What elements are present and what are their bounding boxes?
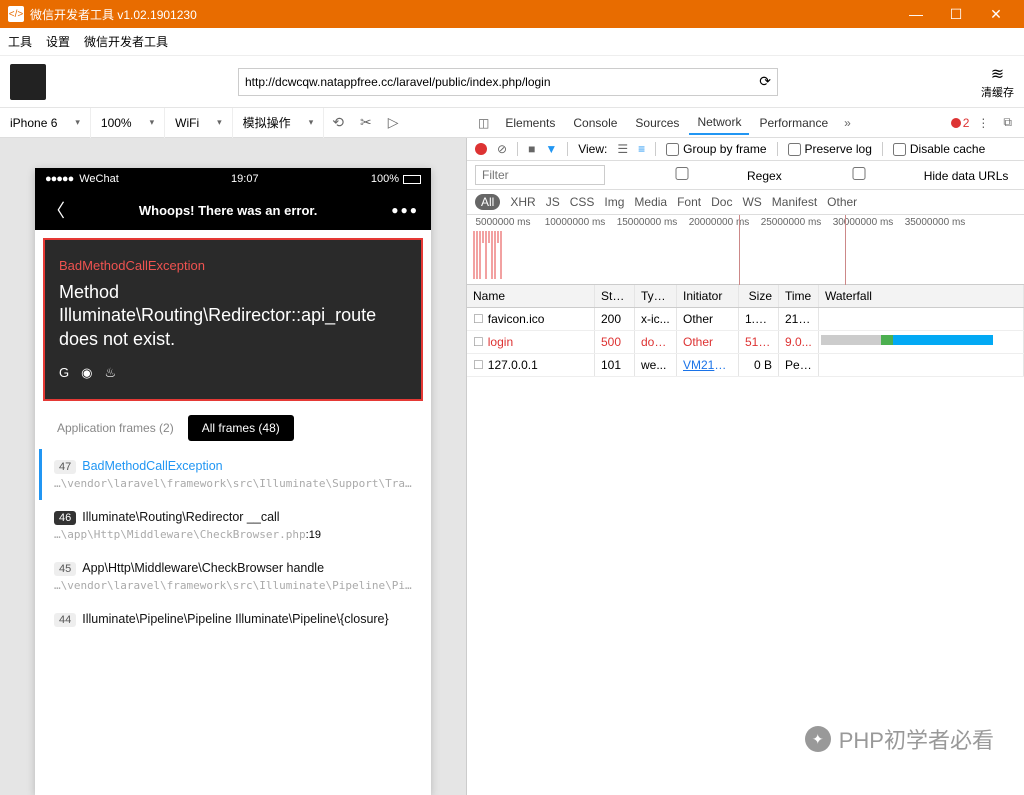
phone-navbar: 〈 Whoops! There was an error. ●●● bbox=[35, 190, 431, 230]
menu-tools[interactable]: 工具 bbox=[8, 33, 32, 50]
dock-icon[interactable]: ⧉ bbox=[997, 111, 1018, 134]
battery-icon bbox=[403, 175, 421, 184]
filter-icon[interactable]: ▼ bbox=[545, 142, 557, 156]
camera-icon[interactable]: ■ bbox=[528, 142, 535, 156]
type-ws[interactable]: WS bbox=[742, 195, 761, 209]
devtools-tabs: ◫ Elements Console Sources Network Perfo… bbox=[466, 111, 1024, 135]
type-other[interactable]: Other bbox=[827, 195, 857, 209]
type-filter-bar: All XHR JS CSS Img Media Font Doc WS Man… bbox=[467, 190, 1024, 215]
devtools-panel: ⊘ ■ ▼ View: ☰ ≡ Group by frame Preserve … bbox=[466, 138, 1024, 795]
large-view-icon[interactable]: ≡ bbox=[638, 142, 645, 156]
hide-urls-checkbox[interactable]: Hide data URLs bbox=[794, 167, 1009, 183]
exception-name: BadMethodCallException bbox=[59, 258, 407, 273]
google-icon[interactable]: G bbox=[59, 365, 69, 381]
filter-bar: Regex Hide data URLs bbox=[467, 161, 1024, 190]
table-header: Name Stat... Type▴ Initiator Size Time W… bbox=[467, 285, 1024, 308]
globe-icon[interactable]: ◉ bbox=[81, 365, 92, 381]
zoom-select[interactable]: 100%▾ bbox=[91, 108, 165, 138]
type-xhr[interactable]: XHR bbox=[510, 195, 535, 209]
layers-icon: ≋ bbox=[981, 64, 1014, 84]
avatar[interactable] bbox=[10, 64, 46, 100]
window-title: 微信开发者工具 v1.02.1901230 bbox=[30, 6, 197, 23]
watermark: ✦ PHP初学者必看 bbox=[805, 723, 994, 755]
tab-performance[interactable]: Performance bbox=[751, 112, 836, 134]
titlebar: </> 微信开发者工具 v1.02.1901230 — ☐ ✕ bbox=[0, 0, 1024, 28]
subbar: iPhone 6▾ 100%▾ WiFi▾ 模拟操作▾ ⟲ ✂ ▷ ◫ Elem… bbox=[0, 108, 1024, 138]
network-table: Name Stat... Type▴ Initiator Size Time W… bbox=[467, 285, 1024, 795]
cut-icon[interactable]: ✂ bbox=[352, 114, 380, 131]
close-button[interactable]: ✕ bbox=[976, 6, 1016, 23]
menu-devtools[interactable]: 微信开发者工具 bbox=[84, 33, 168, 50]
error-block: BadMethodCallException Method Illuminate… bbox=[43, 238, 423, 401]
mock-select[interactable]: 模拟操作▾ bbox=[233, 108, 325, 138]
tab-console[interactable]: Console bbox=[565, 112, 625, 134]
frame-item[interactable]: 45App\Http\Middleware\CheckBrowser handl… bbox=[39, 551, 427, 602]
type-img[interactable]: Img bbox=[604, 195, 624, 209]
collapse-icon[interactable]: ▷ bbox=[380, 114, 407, 131]
list-view-icon[interactable]: ☰ bbox=[617, 142, 628, 156]
disable-cache-checkbox[interactable]: Disable cache bbox=[893, 142, 985, 156]
frame-tabs: Application frames (2) All frames (48) bbox=[43, 415, 423, 441]
rotate-icon[interactable]: ⟲ bbox=[324, 114, 352, 131]
stack-icon[interactable]: ♨ bbox=[104, 365, 116, 381]
frame-item[interactable]: 44Illuminate\Pipeline\Pipeline Illuminat… bbox=[39, 602, 427, 636]
type-js[interactable]: JS bbox=[546, 195, 560, 209]
record-button[interactable] bbox=[475, 143, 487, 155]
url-bar: ⟳ bbox=[238, 68, 778, 96]
inspect-icon[interactable]: ◫ bbox=[472, 112, 495, 134]
type-css[interactable]: CSS bbox=[570, 195, 595, 209]
view-label: View: bbox=[578, 142, 607, 156]
wechat-icon: ✦ bbox=[805, 726, 831, 752]
tab-sources[interactable]: Sources bbox=[627, 112, 687, 134]
tab-network[interactable]: Network bbox=[689, 111, 749, 135]
filter-input[interactable] bbox=[475, 165, 605, 185]
toolbar: ⟳ ≋ 清缓存 bbox=[0, 56, 1024, 108]
back-icon[interactable]: 〈 bbox=[47, 197, 65, 223]
maximize-button[interactable]: ☐ bbox=[936, 6, 976, 23]
type-manifest[interactable]: Manifest bbox=[772, 195, 817, 209]
group-by-frame-checkbox[interactable]: Group by frame bbox=[666, 142, 766, 156]
exception-message: Method Illuminate\Routing\Redirector::ap… bbox=[59, 281, 407, 351]
frame-item[interactable]: 46Illuminate\Routing\Redirector __call…\… bbox=[39, 500, 427, 551]
page-title: Whoops! There was an error. bbox=[65, 203, 391, 218]
timeline[interactable]: 5000000 ms10000000 ms15000000 ms20000000… bbox=[467, 215, 1024, 285]
device-select[interactable]: iPhone 6▾ bbox=[0, 108, 91, 138]
minimize-button[interactable]: — bbox=[896, 6, 936, 22]
phone-statusbar: ●●●●● WeChat 19:07 100% bbox=[35, 168, 431, 190]
type-media[interactable]: Media bbox=[634, 195, 667, 209]
menu-settings[interactable]: 设置 bbox=[46, 33, 70, 50]
tab-all-frames[interactable]: All frames (48) bbox=[188, 415, 294, 441]
frame-item[interactable]: 47BadMethodCallException…\vendor\laravel… bbox=[39, 449, 427, 500]
simulator-panel: ●●●●● WeChat 19:07 100% 〈 Whoops! There … bbox=[0, 138, 466, 795]
clear-icon[interactable]: ⊘ bbox=[497, 142, 507, 156]
error-count[interactable]: 2 bbox=[951, 116, 970, 130]
clear-cache-button[interactable]: ≋ 清缓存 bbox=[981, 64, 1014, 100]
settings-icon[interactable]: ⋮ bbox=[971, 112, 995, 134]
more-icon[interactable]: ●●● bbox=[391, 203, 419, 217]
app-logo-icon: </> bbox=[8, 6, 24, 22]
signal-icon: ●●●●● bbox=[45, 173, 73, 185]
frames-list: 47BadMethodCallException…\vendor\laravel… bbox=[39, 449, 427, 636]
table-row[interactable]: favicon.ico200x-ic...Other1.9 ...217... bbox=[467, 308, 1024, 331]
network-select[interactable]: WiFi▾ bbox=[165, 108, 233, 138]
tab-elements[interactable]: Elements bbox=[497, 112, 563, 134]
preserve-log-checkbox[interactable]: Preserve log bbox=[788, 142, 872, 156]
refresh-icon[interactable]: ⟳ bbox=[759, 73, 771, 90]
table-row[interactable]: login500doc...Other515...9.0... bbox=[467, 331, 1024, 354]
type-font[interactable]: Font bbox=[677, 195, 701, 209]
tab-app-frames[interactable]: Application frames (2) bbox=[43, 415, 188, 441]
regex-checkbox[interactable]: Regex bbox=[617, 167, 782, 183]
menubar: 工具 设置 微信开发者工具 bbox=[0, 28, 1024, 56]
type-doc[interactable]: Doc bbox=[711, 195, 732, 209]
url-input[interactable] bbox=[245, 75, 759, 89]
table-row[interactable]: 127.0.0.1101we...VM2186:10 BPen... bbox=[467, 354, 1024, 377]
more-tabs-icon[interactable]: » bbox=[838, 112, 857, 134]
type-all[interactable]: All bbox=[475, 194, 500, 210]
network-toolbar: ⊘ ■ ▼ View: ☰ ≡ Group by frame Preserve … bbox=[467, 138, 1024, 161]
phone-preview: ●●●●● WeChat 19:07 100% 〈 Whoops! There … bbox=[35, 168, 431, 795]
